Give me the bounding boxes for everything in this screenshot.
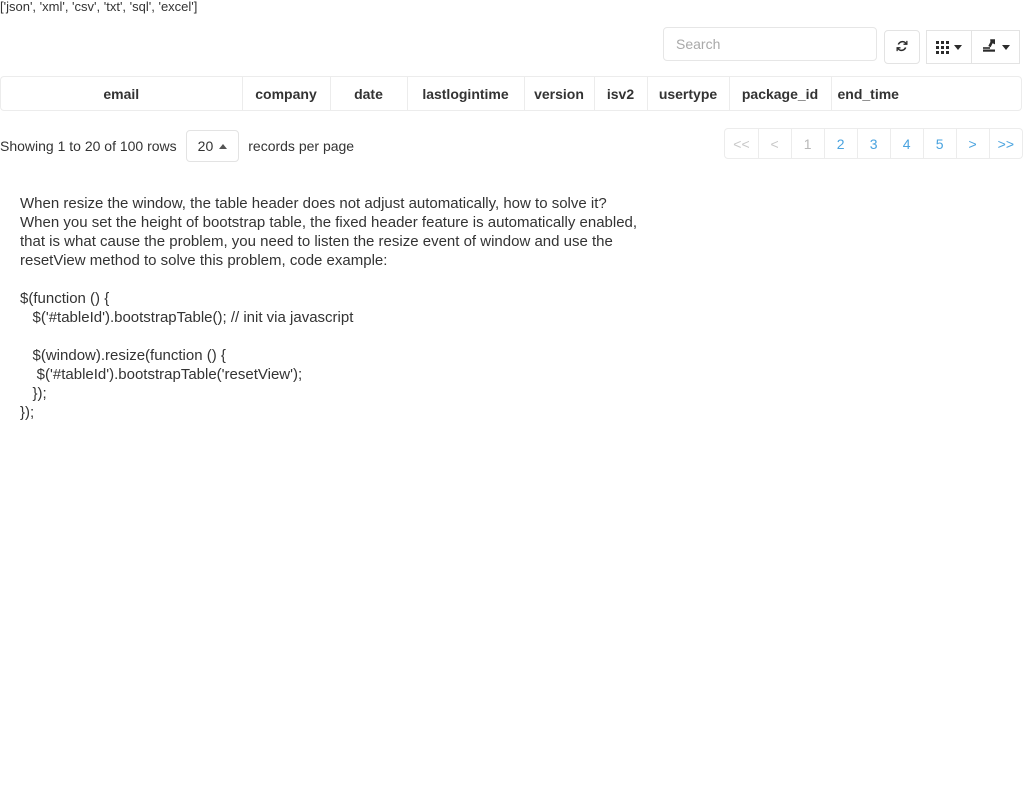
chevron-down-icon (1002, 44, 1010, 50)
page-next-button[interactable]: > (956, 128, 990, 159)
pagination-summary: Showing 1 to 20 of 100 rows (0, 138, 177, 154)
article-line-4: resetView method to solve this problem, … (20, 252, 388, 269)
export-icon (981, 38, 997, 57)
column-header-lastlogintime[interactable]: lastlogintime (406, 77, 524, 110)
page-first-button[interactable]: << (724, 128, 759, 159)
search-container (663, 27, 877, 61)
column-header-end-time[interactable]: end_time (830, 77, 925, 110)
chevron-down-icon (954, 44, 962, 50)
page-number-3[interactable]: 3 (857, 128, 891, 159)
toolbar-button-group (884, 30, 1020, 64)
column-header-company[interactable]: company (241, 77, 330, 110)
column-header-isv2[interactable]: isv2 (593, 77, 647, 110)
article-spacer (20, 270, 980, 289)
page-number-4[interactable]: 4 (890, 128, 924, 159)
export-dropdown-button[interactable] (972, 30, 1020, 64)
refresh-button[interactable] (884, 30, 920, 64)
column-header-version[interactable]: version (523, 77, 594, 110)
page-number-5[interactable]: 5 (923, 128, 957, 159)
page-size-value: 20 (197, 138, 214, 154)
data-table: email company date lastlogintime version… (0, 76, 1022, 111)
column-header-usertype[interactable]: usertype (646, 77, 729, 110)
pagination-detail: Showing 1 to 20 of 100 rows 20 records p… (0, 130, 354, 162)
table-header-row: email company date lastlogintime version… (1, 77, 1021, 110)
table-header: email company date lastlogintime version… (1, 77, 1021, 110)
table-toolbar (0, 26, 1024, 72)
code-example: $(function () { $('#tableId').bootstrapT… (20, 290, 354, 421)
search-input[interactable] (663, 27, 877, 61)
page-size-dropdown[interactable]: 20 (185, 130, 240, 162)
page-number-2[interactable]: 2 (824, 128, 858, 159)
article-line-2: When you set the height of bootstrap tab… (20, 214, 638, 231)
pagination-controls: << < 1 2 3 4 5 > >> (724, 128, 1023, 159)
article-line-3: that is what cause the problem, you need… (20, 233, 613, 250)
grid-icon (936, 40, 949, 54)
refresh-icon (894, 38, 910, 57)
column-header-date[interactable]: date (329, 77, 407, 110)
chevron-up-icon (219, 143, 228, 149)
page-number-1[interactable]: 1 (791, 128, 825, 159)
export-types-note: ['json', 'xml', 'csv', 'txt', 'sql', 'ex… (0, 0, 198, 14)
columns-dropdown-button[interactable] (926, 30, 972, 64)
pagination-row: Showing 1 to 20 of 100 rows 20 records p… (0, 120, 1024, 164)
page-prev-button[interactable]: < (758, 128, 792, 159)
column-header-email[interactable]: email (1, 77, 242, 110)
column-header-package-id[interactable]: package_id (728, 77, 831, 110)
records-per-page-label: records per page (248, 138, 355, 154)
column-header-filler (925, 77, 1021, 110)
article-body: When resize the window, the table header… (20, 194, 980, 422)
article-line-1: When resize the window, the table header… (20, 195, 607, 212)
page-last-button[interactable]: >> (989, 128, 1023, 159)
